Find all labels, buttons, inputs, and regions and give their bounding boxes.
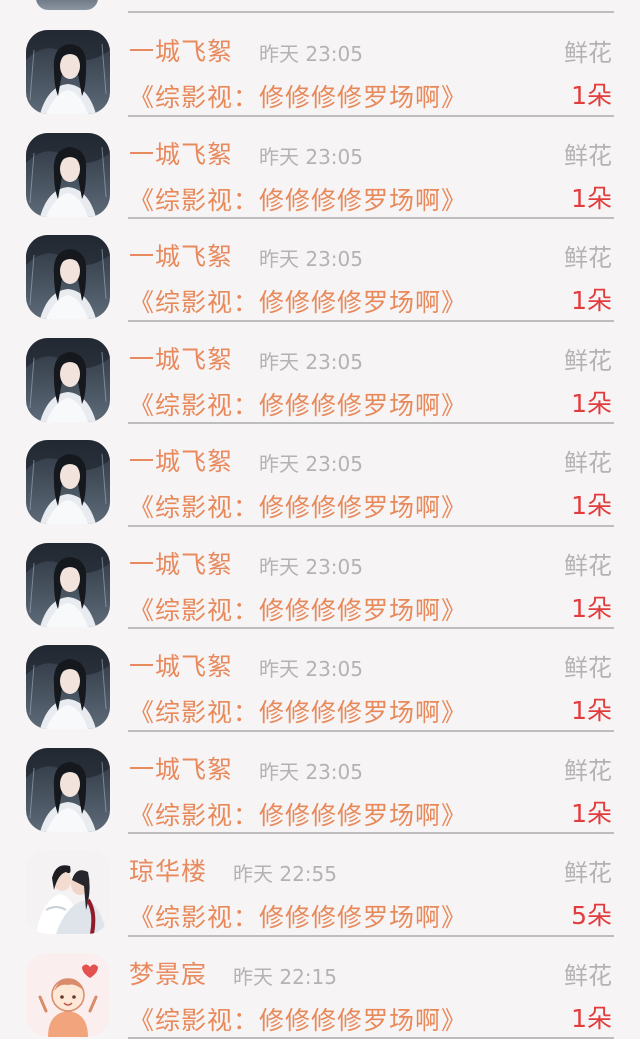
book-title[interactable]: 《综影视：修修修修罗场啊》 xyxy=(129,796,467,832)
sender-name[interactable]: 一城飞絮 xyxy=(129,340,233,376)
gift-count: 1朵 xyxy=(571,1003,612,1033)
gift-type-label: 鲜花 xyxy=(564,39,612,67)
book-title[interactable]: 《综影视：修修修修罗场啊》 xyxy=(129,1001,467,1037)
gift-type-label: 鲜花 xyxy=(564,551,612,580)
dark-hair-white-robe-icon xyxy=(26,645,110,729)
sender-name[interactable]: 琼华楼 xyxy=(129,852,207,888)
avatar[interactable] xyxy=(26,952,110,1037)
gift-count: 1朵 xyxy=(571,388,612,418)
gift-count: 1朵 xyxy=(571,491,612,520)
list-item[interactable]: 梦景宸 昨天 22:15 鲜花《综影视：修修修修罗场啊》 1朵 xyxy=(0,937,640,1039)
sender-name[interactable]: 一城飞絮 xyxy=(129,442,233,478)
avatar[interactable] xyxy=(26,235,110,319)
cartoon-child-icon xyxy=(26,952,110,1037)
timestamp: 昨天 23:05 xyxy=(259,42,363,66)
row-divider xyxy=(128,11,614,13)
dark-hair-white-robe-icon xyxy=(26,337,110,422)
sender-name[interactable]: 一城飞絮 xyxy=(129,237,233,273)
timestamp: 昨天 22:15 xyxy=(233,964,337,989)
sender-name[interactable]: 一城飞絮 xyxy=(129,545,233,581)
sender-name[interactable]: 一城飞絮 xyxy=(129,647,233,683)
gift-count: 5朵 xyxy=(571,901,612,930)
list-item[interactable]: 一城飞絮 昨天 23:05 鲜花《综影视：修修修修罗场啊》 1朵 xyxy=(0,117,640,219)
dark-hair-white-robe-icon xyxy=(26,440,110,524)
list-item[interactable]: 琼华楼 昨天 22:55 鲜花《综影视：修修修修罗场啊》 5朵 xyxy=(0,834,640,937)
gift-count: 1朵 xyxy=(571,593,612,623)
gift-list: 一城飞絮 昨天 23:05 鲜花 《综影视：修修修修罗场啊》 1朵 一城飞絮 昨天 23:0… xyxy=(0,14,640,1039)
avatar[interactable] xyxy=(26,747,110,832)
dark-hair-white-robe-icon xyxy=(26,235,110,319)
list-item[interactable]: 一城飞絮 昨天 23:05 鲜花《综影视：修修修修罗场啊》 1朵 xyxy=(0,629,640,732)
avatar[interactable] xyxy=(26,542,110,627)
sender-name[interactable]: 一城飞絮 xyxy=(129,32,233,68)
list-item[interactable]: 一城飞絮 昨天 23:05 鲜花《综影视：修修修修罗场啊》 1朵 xyxy=(0,424,640,527)
gift-count: 1朵 xyxy=(571,798,612,828)
list-item[interactable]: 一城飞絮 昨天 23:05 鲜花《综影视：修修修修罗场啊》 1朵 xyxy=(0,732,640,834)
gift-type-label: 鲜花 xyxy=(564,244,612,272)
gift-count: 1朵 xyxy=(571,286,612,315)
dark-hair-white-robe-icon xyxy=(26,542,110,627)
gift-count: 1朵 xyxy=(571,183,612,213)
previous-avatar xyxy=(36,0,98,10)
sender-name[interactable]: 梦景宸 xyxy=(129,955,207,991)
book-title[interactable]: 《综影视：修修修修罗场啊》 xyxy=(129,488,467,524)
timestamp: 昨天 23:05 xyxy=(259,349,363,374)
book-title[interactable]: 《综影视：修修修修罗场啊》 xyxy=(129,181,467,217)
timestamp: 昨天 23:05 xyxy=(259,247,363,271)
avatar[interactable] xyxy=(26,440,110,524)
gift-count: 1朵 xyxy=(571,81,612,110)
gift-type-label: 鲜花 xyxy=(564,346,612,375)
gift-type-label: 鲜花 xyxy=(564,654,612,682)
timestamp: 昨天 23:05 xyxy=(259,657,363,681)
dark-hair-white-robe-icon xyxy=(26,132,110,217)
book-title[interactable]: 《综影视：修修修修罗场啊》 xyxy=(129,591,467,627)
avatar[interactable] xyxy=(26,132,110,217)
gift-type-label: 鲜花 xyxy=(564,141,612,170)
timestamp: 昨天 23:05 xyxy=(259,554,363,579)
avatar[interactable] xyxy=(26,30,110,114)
gift-type-label: 鲜花 xyxy=(564,449,612,477)
book-title[interactable]: 《综影视：修修修修罗场啊》 xyxy=(129,898,467,934)
list-item[interactable]: 一城飞絮 昨天 23:05 鲜花《综影视：修修修修罗场啊》 1朵 xyxy=(0,14,640,117)
book-title[interactable]: 《综影视：修修修修罗场啊》 xyxy=(129,693,467,729)
list-item[interactable]: 一城飞絮 昨天 23:05 鲜花《综影视：修修修修罗场啊》 1朵 xyxy=(0,527,640,629)
gift-type-label: 鲜花 xyxy=(564,859,612,887)
previous-row-sliver xyxy=(0,0,640,14)
sender-name[interactable]: 一城飞絮 xyxy=(129,750,233,786)
gift-type-label: 鲜花 xyxy=(564,961,612,990)
avatar[interactable] xyxy=(26,850,110,934)
avatar[interactable] xyxy=(26,645,110,729)
list-item[interactable]: 一城飞絮 昨天 23:05 鲜花《综影视：修修修修罗场啊》 1朵 xyxy=(0,219,640,322)
timestamp: 昨天 22:55 xyxy=(233,862,337,886)
timestamp: 昨天 23:05 xyxy=(259,144,363,169)
avatar[interactable] xyxy=(26,337,110,422)
list-item[interactable]: 一城飞絮 昨天 23:05 鲜花《综影视：修修修修罗场啊》 1朵 xyxy=(0,322,640,424)
dark-hair-white-robe-icon xyxy=(26,747,110,832)
book-title[interactable]: 《综影视：修修修修罗场啊》 xyxy=(129,386,467,422)
timestamp: 昨天 23:05 xyxy=(259,759,363,784)
dark-hair-white-robe-icon xyxy=(26,30,110,114)
timestamp: 昨天 23:05 xyxy=(259,452,363,476)
embracing-couple-icon xyxy=(26,850,110,934)
sender-name[interactable]: 一城飞絮 xyxy=(129,135,233,171)
gift-type-label: 鲜花 xyxy=(564,756,612,785)
book-title[interactable]: 《综影视：修修修修罗场啊》 xyxy=(129,283,467,319)
book-title[interactable]: 《综影视：修修修修罗场啊》 xyxy=(129,78,467,114)
gift-count: 1朵 xyxy=(571,696,612,725)
